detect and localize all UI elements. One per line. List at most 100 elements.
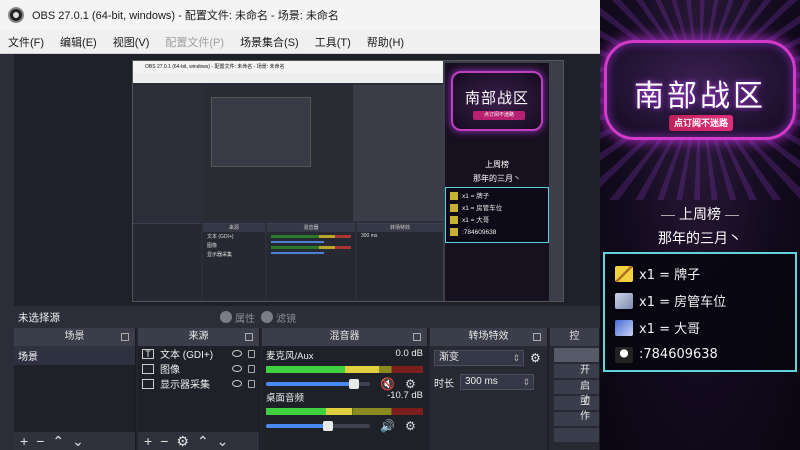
ranking-entry-text: x1 = 房管车位: [639, 295, 727, 310]
channel-banner: 南部战区 点订阅不迷路: [604, 40, 796, 140]
filters-label: 滤镜: [276, 313, 296, 325]
start-streaming-button[interactable]: [554, 348, 599, 362]
menu-profile[interactable]: 配置文件(P): [157, 34, 232, 50]
undock-icon[interactable]: [533, 333, 541, 341]
menu-view[interactable]: 视图(V): [105, 34, 158, 50]
nested-obs-capture: OBS 27.0.1 (64-bit, windows) - 配置文件: 未命名…: [133, 61, 443, 301]
source-label: 显示器采集: [160, 380, 210, 391]
preview-area[interactable]: OBS 27.0.1 (64-bit, windows) - 配置文件: 未命名…: [14, 54, 600, 306]
mixer-channels: 麦克风/Aux 0.0 dB 🔇 ⚙ 桌面音频 -10.7 dB 🔊 ⚙: [262, 346, 427, 450]
filter-icon: [261, 311, 273, 323]
scenes-dock: 场景 场景 + − ⌃ ⌄: [14, 328, 136, 450]
nested-heading-sub: 那年的三月丶: [473, 174, 521, 183]
title-bar: OBS 27.0.1 (64-bit, windows) - 配置文件: 未命名…: [0, 0, 600, 30]
preview-canvas[interactable]: OBS 27.0.1 (64-bit, windows) - 配置文件: 未命名…: [132, 60, 564, 302]
duration-label: 时长: [434, 378, 454, 390]
move-up-icon[interactable]: ⌃: [52, 433, 64, 450]
menu-edit[interactable]: 编辑(E): [52, 34, 105, 50]
add-source-button[interactable]: +: [144, 433, 152, 449]
undock-icon[interactable]: [121, 333, 129, 341]
ranking-entry-text: x1 = 大哥: [639, 322, 701, 337]
speaker-icon[interactable]: 🔊: [380, 419, 395, 433]
nested-scenes-panel: [133, 223, 201, 301]
nested-slider: [271, 252, 324, 254]
add-scene-button[interactable]: +: [20, 433, 28, 449]
nested-banner-sub: 点订阅不迷路: [473, 111, 525, 120]
nested-overlay: 南部战区 点订阅不迷路 上周榜 那年的三月丶 x1 = 牌子 x1 = 房管车位…: [445, 63, 549, 301]
menu-tools[interactable]: 工具(T): [307, 34, 359, 50]
ranking-entry: :784609638: [615, 341, 785, 368]
obs-logo-icon: [8, 7, 24, 23]
source-toolbar: 未选择源 属性 滤镜: [14, 306, 600, 328]
lock-icon[interactable]: [248, 364, 255, 373]
ranking-entry: x1 = 房管车位: [615, 287, 785, 314]
nested-preview: [203, 85, 443, 221]
gear-icon[interactable]: ⚙: [530, 351, 541, 365]
nested-meter: [271, 235, 351, 238]
stream-overlay: 南部战区 点订阅不迷路 上周榜 那年的三月丶 x1 = 牌子 x1 = 房管车位…: [600, 0, 800, 450]
undock-icon[interactable]: [413, 333, 421, 341]
transitions-body: 渐变 ⚙ 时长 300 ms: [430, 346, 547, 450]
move-up-icon[interactable]: ⌃: [197, 433, 209, 450]
settings-button[interactable]: [554, 412, 599, 426]
studio-mode-button[interactable]: 工作: [554, 396, 599, 422]
ranking-entry-text: :784609638: [639, 347, 718, 362]
nested-transitions-title: 转场特效: [357, 224, 443, 232]
source-item[interactable]: T 文本 (GDI+): [138, 346, 259, 361]
scenes-footer: + − ⌃ ⌄: [14, 432, 135, 450]
transition-select[interactable]: 渐变: [434, 350, 524, 366]
visibility-icon[interactable]: [232, 365, 242, 372]
move-down-icon[interactable]: ⌄: [72, 433, 84, 450]
source-item[interactable]: 显示器采集: [138, 376, 259, 391]
gear-icon: [220, 311, 232, 323]
no-source-label: 未选择源: [18, 311, 60, 324]
properties-button[interactable]: 属性: [220, 310, 255, 325]
nested-source: 显示器采集: [207, 252, 233, 258]
sources-list[interactable]: T 文本 (GDI+) 图像 显示器采集: [138, 346, 259, 432]
volume-slider[interactable]: [266, 379, 370, 389]
channel-db: 0.0 dB: [395, 348, 423, 359]
mixer-channel-mic: 麦克风/Aux 0.0 dB 🔇 ⚙: [262, 346, 427, 391]
menu-scene-collection[interactable]: 场景集合(S): [232, 34, 307, 50]
source-item[interactable]: 图像: [138, 361, 259, 376]
nested-menu: [133, 73, 443, 83]
menu-file[interactable]: 文件(F): [0, 34, 52, 50]
nested-entry: :784609638: [450, 227, 544, 239]
properties-label: 属性: [235, 313, 255, 325]
channel-name: 麦克风/Aux: [266, 351, 314, 362]
sources-title: 来源: [188, 331, 209, 342]
scene-item[interactable]: 场景: [14, 346, 135, 365]
banner-subtitle: 点订阅不迷路: [669, 115, 733, 131]
monitor-icon: [142, 378, 154, 389]
move-down-icon[interactable]: ⌄: [217, 433, 229, 450]
duration-input[interactable]: 300 ms: [460, 374, 534, 390]
ranking-entry: x1 = 牌子: [615, 260, 785, 287]
source-label: 文本 (GDI+): [160, 350, 214, 361]
virtual-camera-button[interactable]: 启动: [554, 380, 599, 406]
mixer-header: 混音器: [262, 328, 427, 346]
start-recording-button[interactable]: 开: [554, 364, 599, 378]
source-label: 图像: [160, 365, 180, 376]
lock-icon[interactable]: [248, 379, 255, 388]
nested-preview-deep: [211, 97, 311, 167]
scenes-list[interactable]: 场景: [14, 346, 135, 432]
ranking-entry-text: x1 = 牌子: [639, 268, 701, 283]
undock-icon[interactable]: [245, 333, 253, 341]
visibility-icon[interactable]: [232, 380, 242, 387]
remove-source-button[interactable]: −: [160, 433, 168, 449]
source-properties-icon[interactable]: ⚙: [176, 433, 189, 450]
exit-button[interactable]: [554, 428, 599, 442]
nested-slider: [271, 241, 324, 243]
remove-scene-button[interactable]: −: [36, 433, 44, 449]
filters-button[interactable]: 滤镜: [261, 310, 296, 325]
nested-title: OBS 27.0.1 (64-bit, windows) - 配置文件: 未命名…: [133, 61, 443, 73]
qq-icon: [615, 346, 633, 363]
nested-banner: 南部战区 点订阅不迷路: [451, 71, 543, 131]
controls-dock: 控 开 启动 工作: [550, 328, 600, 450]
channel-name: 桌面音频: [266, 393, 305, 404]
menu-help[interactable]: 帮助(H): [359, 34, 412, 50]
visibility-icon[interactable]: [232, 350, 242, 357]
volume-slider[interactable]: [266, 421, 370, 431]
gear-icon[interactable]: ⚙: [405, 419, 416, 433]
lock-icon[interactable]: [248, 349, 255, 358]
